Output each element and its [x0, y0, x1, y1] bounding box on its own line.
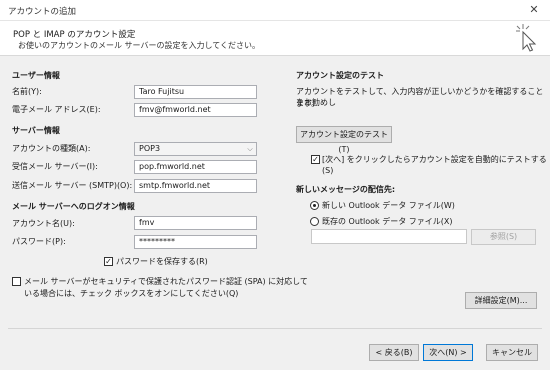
spa-checkbox[interactable] — [12, 277, 21, 286]
server-info-heading: サーバー情報 — [12, 126, 60, 135]
wizard-header: POP と IMAP のアカウント設定 お使いのアカウントのメール サーバーの設… — [0, 21, 550, 56]
password-field[interactable]: ********* — [134, 235, 257, 249]
account-type-select[interactable]: POP3 ⌵ — [134, 142, 257, 156]
incoming-server-label: 受信メール サーバー(I): — [12, 162, 98, 171]
remember-password-checkbox[interactable]: ✓ — [104, 257, 113, 266]
page-subtitle: お使いのアカウントのメール サーバーの設定を入力してください。 — [18, 41, 260, 50]
spa-label-line1[interactable]: メール サーバーがセキュリティで保護されたパスワード認証 (SPA) に対応して — [24, 276, 308, 287]
new-data-file-radio[interactable] — [310, 201, 319, 210]
page-title: POP と IMAP のアカウント設定 — [13, 30, 136, 40]
outgoing-server-field[interactable]: smtp.fmworld.net — [134, 179, 257, 193]
account-name-field[interactable]: fmv — [134, 216, 257, 230]
account-type-label: アカウントの種類(A): — [12, 144, 91, 153]
account-type-value: POP3 — [139, 144, 161, 153]
auto-test-label-line2[interactable]: (S) — [322, 166, 333, 175]
password-label: パスワード(P): — [12, 237, 66, 246]
test-account-settings-button[interactable]: アカウント設定のテスト(T) — [296, 126, 392, 154]
email-label: 電子メール アドレス(E): — [12, 105, 101, 114]
window-title: アカウントの追加 — [8, 7, 77, 17]
user-info-heading: ユーザー情報 — [12, 71, 60, 80]
auto-test-checkbox[interactable]: ✓ — [311, 155, 320, 164]
title-bar: アカウントの追加 ✕ — [0, 0, 550, 21]
cursor-click-icon — [516, 24, 537, 52]
auto-test-label-line1[interactable]: [次へ] をクリックしたらアカウント設定を自動的にテストする — [322, 154, 547, 165]
account-test-desc-line2: ます。 — [296, 99, 320, 108]
existing-data-file-path-field[interactable] — [311, 229, 467, 244]
more-settings-button[interactable]: 詳細設定(M)... — [465, 292, 537, 309]
cancel-button[interactable]: キャンセル — [486, 344, 538, 361]
spa-label-line2[interactable]: いる場合には、チェック ボックスをオンにしてください(Q) — [24, 288, 238, 299]
name-field[interactable]: Taro Fujitsu — [134, 85, 257, 99]
deliver-to-heading: 新しいメッセージの配信先: — [296, 185, 396, 194]
account-test-desc-line1: アカウントをテストして、入力内容が正しいかどうかを確認することをお勧めし — [296, 87, 544, 107]
name-label: 名前(Y): — [12, 87, 42, 96]
remember-password-label[interactable]: パスワードを保存する(R) — [116, 256, 208, 267]
chevron-down-icon: ⌵ — [247, 145, 253, 153]
next-button[interactable]: 次へ(N) > — [423, 344, 473, 361]
browse-button[interactable]: 参照(S) — [471, 229, 536, 245]
account-test-heading: アカウント設定のテスト — [296, 71, 384, 80]
new-data-file-label[interactable]: 新しい Outlook データ ファイル(W) — [322, 200, 455, 211]
existing-data-file-label[interactable]: 既存の Outlook データ ファイル(X) — [322, 216, 453, 227]
outgoing-server-label: 送信メール サーバー (SMTP)(O): — [12, 181, 133, 190]
email-field[interactable]: fmv@fmworld.net — [134, 103, 257, 117]
account-name-label: アカウント名(U): — [12, 219, 75, 228]
close-icon[interactable]: ✕ — [518, 0, 550, 20]
footer-divider — [8, 328, 542, 329]
logon-info-heading: メール サーバーへのログオン情報 — [12, 202, 135, 211]
incoming-server-field[interactable]: pop.fmworld.net — [134, 160, 257, 174]
back-button[interactable]: < 戻る(B) — [369, 344, 419, 361]
existing-data-file-radio[interactable] — [310, 217, 319, 226]
